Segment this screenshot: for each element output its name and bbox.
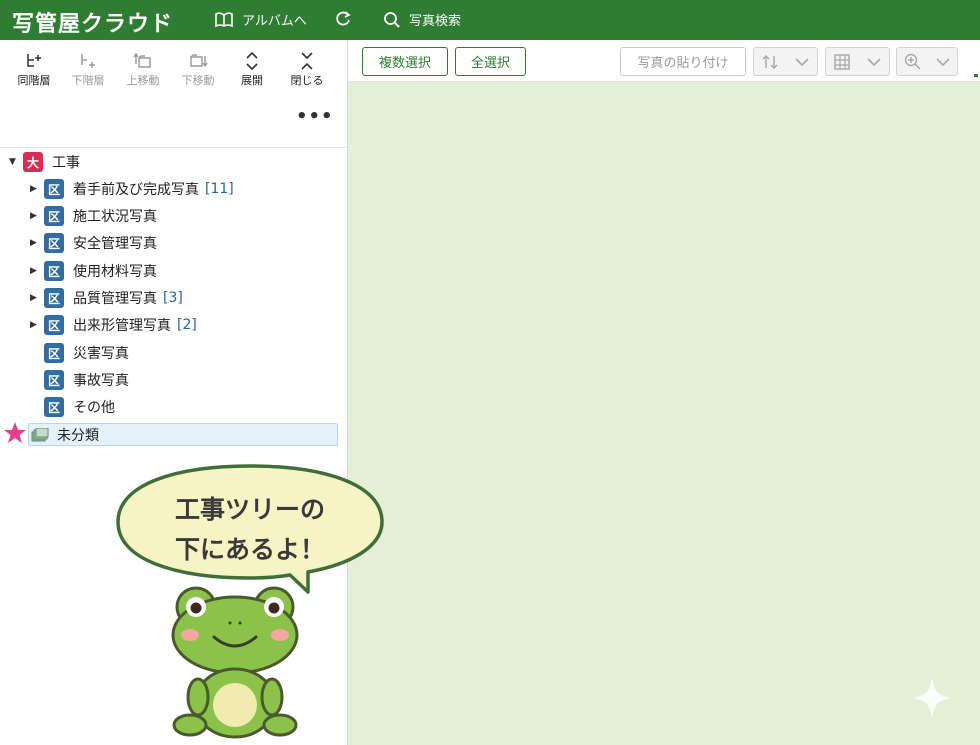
tree-node-label: 災害写真 [73,346,129,362]
photo-count: [3] [163,290,183,306]
tree-node-label: 事故写真 [73,373,129,389]
photo-search-button[interactable]: 写真検索 [383,10,461,29]
callout-line-1: 工事ツリーの [174,495,325,524]
tree-node-label: 着手前及び完成写真 [73,182,199,198]
unclassified-node[interactable]: 未分類 [28,423,338,446]
move-down-button[interactable]: 下移動 [173,50,223,88]
callout-line-2: 下にあるよ！ [174,535,325,564]
caret-right-icon[interactable]: ▶ [30,266,40,276]
ku-badge: 区 [44,206,64,226]
move-down-label: 下移動 [181,74,215,87]
photo-search-label: 写真検索 [409,14,462,29]
frog-mascot-icon [171,586,299,739]
collapse-label: 閉じる [290,74,324,87]
sort-dropdown[interactable] [753,47,818,76]
tree-node-label: 品質管理写真 [73,291,157,307]
same-level-button[interactable]: 同階層 [9,50,59,88]
caret-right-icon[interactable]: ▶ [30,293,40,303]
tree-toolbar: 同階層 下階層 上移動 下移動 展開 閉じる ••• [0,40,347,148]
callout-text: 工事ツリーの 下にあるよ！ [132,490,368,570]
sparkle-icon [911,677,953,719]
tree-node[interactable]: 区 事故写真 [44,368,129,392]
caret-right-icon[interactable]: ▶ [30,320,40,330]
move-up-button[interactable]: 上移動 [118,50,168,88]
add-sibling-icon [27,54,41,67]
ku-badge: 区 [44,397,64,417]
photo-stack-icon [31,427,49,441]
ku-badge: 区 [44,343,64,363]
unclassified-label: 未分類 [57,427,99,444]
photo-area[interactable]: 複数選択 全選択 写真の貼り付け [348,40,980,745]
ku-badge: 区 [44,261,64,281]
caret-down-icon[interactable]: ▼ [9,157,19,167]
search-icon [384,11,400,28]
ku-badge: 区 [44,233,64,253]
photo-count: [2] [177,317,197,333]
dai-badge: 大 [23,152,43,172]
tree-node-label: 使用材料写真 [73,264,157,280]
expand-button[interactable]: 展開 [227,50,277,88]
tree-node-label: その他 [73,400,115,416]
view-mode-dropdown[interactable] [825,47,890,76]
ku-badge: 区 [44,179,64,199]
app-logo[interactable]: 写管屋クラウド [12,6,173,38]
multi-select-button[interactable]: 複数選択 [362,47,448,76]
tree-node[interactable]: ▶ 区 施工状況写真 [30,204,157,228]
tree-root-label: 工事 [52,155,80,171]
tree-node[interactable]: ▶ 区 品質管理写真 [3] [30,286,183,310]
photo-toolbar: 複数選択 全選択 写真の貼り付け [348,40,980,82]
ku-badge: 区 [44,315,64,335]
ku-badge: 区 [44,288,64,308]
same-level-label: 同階層 [17,74,51,87]
tree-root-node[interactable]: ▼ 大 工事 [9,150,80,174]
ku-badge: 区 [44,370,64,390]
album-nav-button[interactable]: アルバムへ [214,10,307,29]
chevron-down-icon [936,57,950,66]
expand-icon [246,51,258,71]
caret-right-icon[interactable]: ▶ [30,238,40,248]
chevron-down-icon [795,57,809,66]
folder-down-icon [190,54,208,68]
add-child-icon [81,54,95,68]
child-level-button[interactable]: 下階層 [63,50,113,88]
tree-node[interactable]: 区 その他 [44,395,115,419]
move-up-label: 上移動 [126,74,160,87]
collapse-button[interactable]: 閉じる [282,50,332,88]
paste-photo-button[interactable]: 写真の貼り付け [620,47,746,76]
sort-icon [762,54,778,69]
expand-label: 展開 [241,74,263,87]
child-level-label: 下階層 [71,74,105,87]
scroll-edge-marker [974,74,978,77]
tree-node[interactable]: 区 災害写真 [44,341,129,365]
select-all-button[interactable]: 全選択 [455,47,526,76]
chevron-down-icon [867,57,881,66]
tree-node[interactable]: ▶ 区 安全管理写真 [30,231,157,255]
zoom-dropdown[interactable] [896,47,958,76]
folder-up-icon [133,52,151,68]
tree-node-label: 安全管理写真 [73,236,157,252]
book-icon [215,11,233,27]
collapse-icon [301,52,313,70]
tree-node-label: 施工状況写真 [73,209,157,225]
tree-node[interactable]: ▶ 区 使用材料写真 [30,259,157,283]
tree-node-label: 出来形管理写真 [73,318,171,334]
zoom-in-icon [905,53,921,70]
tree-node[interactable]: ▶ 区 着手前及び完成写真 [11] [30,177,234,201]
album-nav-label: アルバムへ [242,14,307,29]
reload-icon [336,11,351,26]
photo-count: [11] [205,181,234,197]
caret-right-icon[interactable]: ▶ [30,184,40,194]
star-icon [4,422,26,443]
more-options-button[interactable]: ••• [296,106,334,127]
caret-right-icon[interactable]: ▶ [30,211,40,221]
top-bar: 写管屋クラウド アルバムへ 写真検索 [0,0,980,40]
grid-view-icon [834,53,850,70]
tree-node[interactable]: ▶ 区 出来形管理写真 [2] [30,313,197,337]
reload-button[interactable] [334,10,352,28]
